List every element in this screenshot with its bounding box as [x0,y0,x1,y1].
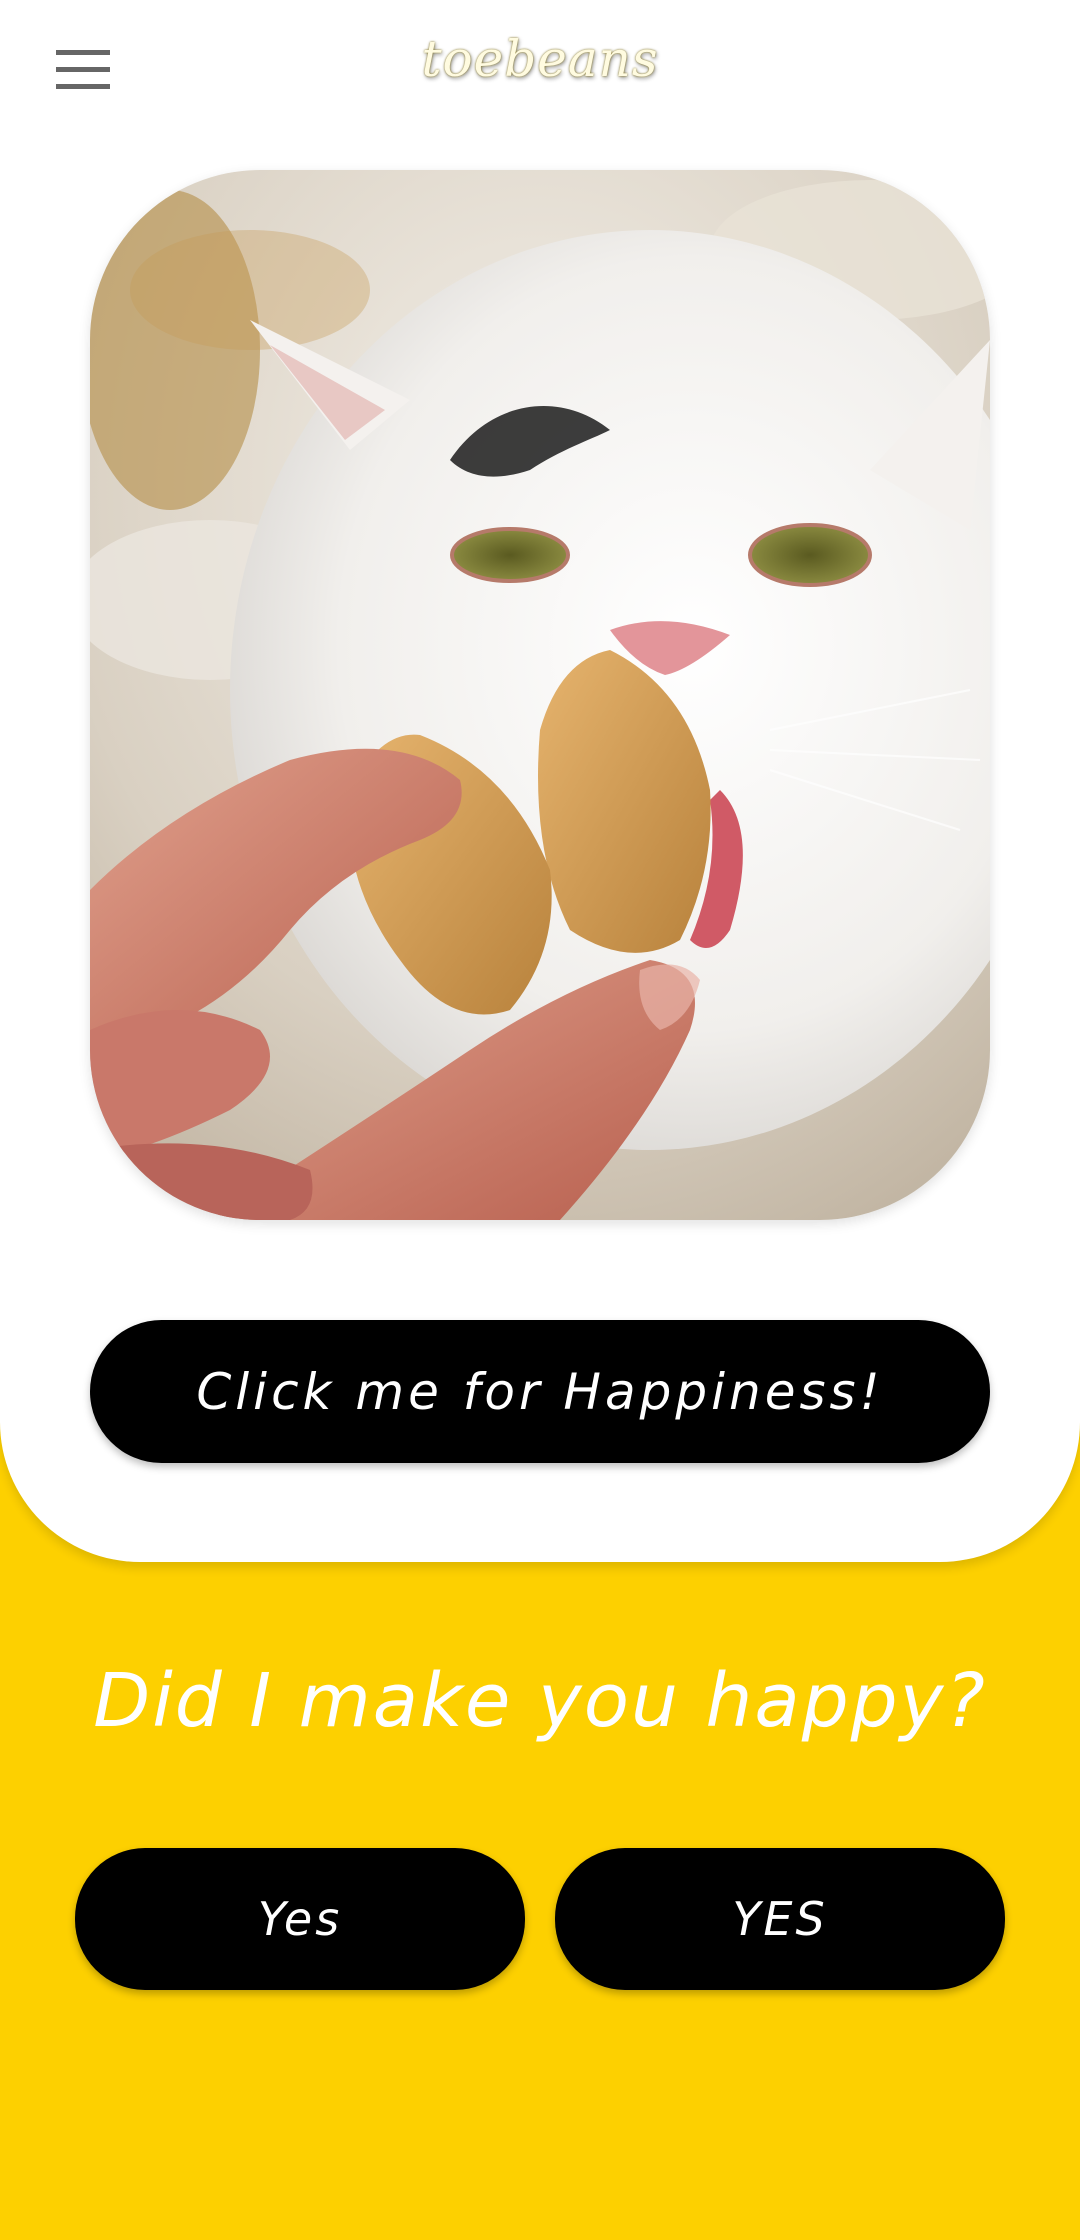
cat-photo-image [90,170,990,1220]
happiness-button[interactable]: Click me for Happiness! [90,1320,990,1463]
app-header: toebeans [0,0,1080,140]
app-title: toebeans [421,30,659,88]
happiness-question: Did I make you happy? [93,1658,987,1744]
yes-button[interactable]: Yes [75,1848,525,1990]
yes-caps-button[interactable]: YES [555,1848,1005,1990]
cat-photo [90,170,990,1220]
